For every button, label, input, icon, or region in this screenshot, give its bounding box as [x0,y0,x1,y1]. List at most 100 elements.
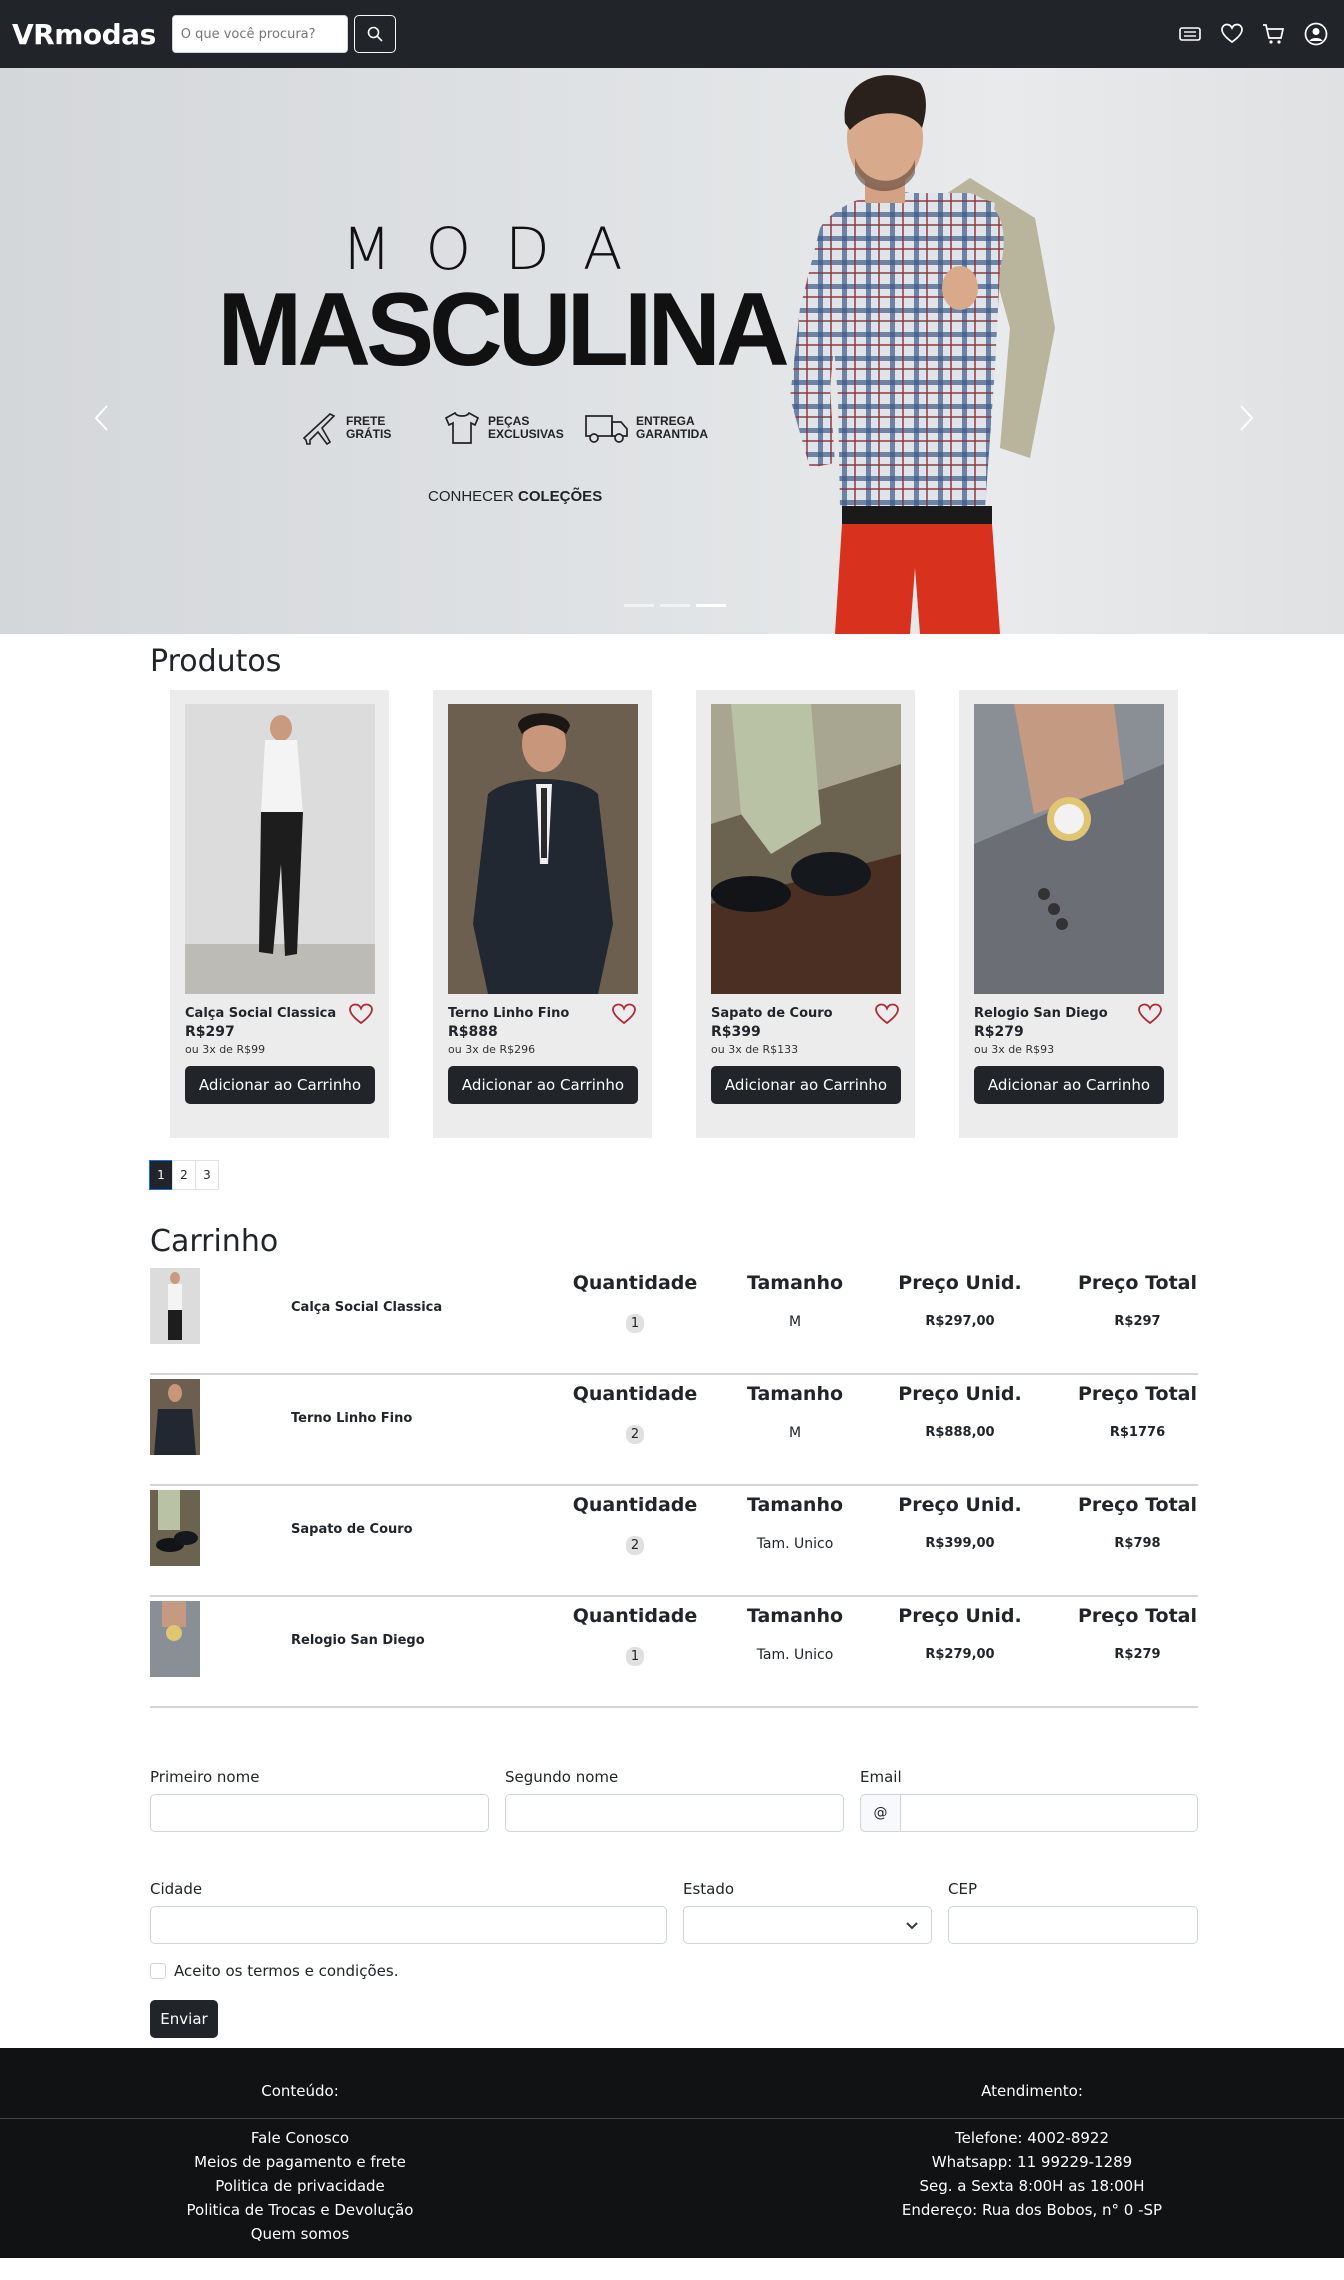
cart-item-name: Calça Social Classica [291,1300,443,1315]
navbar: VRmodas [0,0,1344,68]
state-label: Estado [683,1880,735,1898]
zip-input[interactable] [948,1906,1198,1944]
heart-icon[interactable] [1220,22,1244,46]
carousel-indicator[interactable] [660,604,690,607]
cart-thumb [150,1490,200,1566]
add-to-cart-button[interactable]: Adicionar ao Carrinho [711,1066,901,1104]
last-name-input[interactable] [505,1794,844,1832]
footer: Conteúdo: Atendimento: Fale Conosco Meio… [0,2048,1344,2258]
cart-row: Sapato de Couro Quantidade 2 Tamanho Tam. … [150,1490,1198,1597]
product-image[interactable] [711,704,901,994]
footer-contact-info: Telefone: 4002-8922 Whatsapp: 11 99229-1… [882,2126,1182,2222]
footer-hours: Seg. a Sexta 8:00H as 18:00H [919,2177,1145,2195]
add-to-cart-button[interactable]: Adicionar ao Carrinho [974,1066,1164,1104]
unit-col: Preço Unid. R$399,00 [898,1494,1022,1551]
total-col: Preço Total R$798 [1077,1494,1198,1551]
hero-model-image [790,75,1055,634]
terms-checkbox[interactable] [150,1963,166,1979]
page-3[interactable]: 3 [195,1160,219,1190]
product-image[interactable] [185,704,375,994]
product-name: Sapato de Couro [711,1006,833,1021]
feature-frete: FRETE GRÁTIS [300,408,428,448]
footer-content-title: Conteúdo: [261,2082,339,2100]
state-select[interactable] [683,1906,932,1944]
heart-icon[interactable] [874,1002,900,1026]
product-installments: ou 3x de R$133 [711,1043,799,1056]
product-price: R$399 [711,1024,761,1040]
unit-col: Preço Unid. R$888,00 [898,1383,1022,1440]
tshirt-icon [444,411,480,444]
submit-button[interactable]: Enviar [150,2000,218,2038]
cart-icon[interactable] [1262,22,1286,46]
chevron-down-icon [906,1922,918,1930]
page-1[interactable]: 1 [149,1160,173,1190]
search-button[interactable] [353,15,396,53]
cart-row: Relogio San Diego Quantidade 1 Tamanho Tam… [150,1601,1198,1708]
footer-link-contact[interactable]: Fale Conosco [150,2126,450,2150]
qty-badge: 2 [625,1425,645,1444]
footer-link-payment[interactable]: Meios de pagamento e frete [150,2150,450,2174]
add-to-cart-button[interactable]: Adicionar ao Carrinho [185,1066,375,1104]
qty-badge: 2 [625,1536,645,1555]
brand-logo[interactable]: VRmodas [12,18,156,51]
user-icon[interactable] [1304,22,1328,46]
cart-item-name: Sapato de Couro [291,1522,413,1537]
heart-icon[interactable] [1137,1002,1163,1026]
footer-links: Fale Conosco Meios de pagamento e frete … [150,2126,450,2246]
qty-badge: 1 [625,1314,645,1333]
page-2[interactable]: 2 [172,1160,196,1190]
hero-cta[interactable]: CONHECER COLEÇÕES [428,488,602,505]
product-price: R$888 [448,1024,498,1040]
carousel-indicator-active[interactable] [696,604,726,607]
footer-link-returns[interactable]: Politica de Trocas e Devolução [150,2198,450,2222]
size-col: Tamanho Tam. Unico [746,1605,844,1663]
city-input[interactable] [150,1906,667,1944]
first-name-label: Primeiro nome [150,1768,260,1786]
email-input[interactable] [900,1794,1198,1832]
hero-carousel[interactable]: MODA MASCULINA FRETE GRÁTIS PEÇAS EXCLUS… [0,68,1344,634]
carousel-prev-button[interactable] [86,398,116,438]
product-image[interactable] [974,704,1164,994]
feature-pecas: PEÇAS EXCLUSIVAS [442,410,570,446]
product-price: R$279 [974,1024,1024,1040]
chevron-left-icon [94,405,108,431]
qty-col: Quantidade 2 [572,1494,698,1555]
city-label: Cidade [150,1880,203,1898]
email-prefix: @ [860,1794,900,1832]
cart-item-name: Terno Linho Fino [291,1411,413,1426]
footer-link-about[interactable]: Quem somos [150,2222,450,2246]
hero-title-moda: MODA [341,215,657,283]
product-list: Calça Social Classica R$297 ou 3x de R$9… [170,690,1178,1138]
products-title: Produtos [150,644,282,679]
cart-thumb [150,1268,200,1344]
cart-row: Terno Linho Fino Quantidade 2 Tamanho M Pr… [150,1379,1198,1486]
product-name: Relogio San Diego [974,1006,1108,1021]
product-installments: ou 3x de R$93 [974,1043,1055,1056]
hero-title-masculina: MASCULINA [217,272,789,388]
total-col: Preço Total R$297 [1077,1272,1198,1329]
footer-whatsapp: Whatsapp: 11 99229-1289 [931,2153,1133,2171]
qty-badge: 1 [625,1647,645,1666]
qty-col: Quantidade 2 [572,1383,698,1444]
carousel-next-button[interactable] [1232,398,1262,438]
truck-icon [585,415,628,443]
size-col: Tamanho M [746,1383,844,1441]
hero-text: MODA MASCULINA [212,215,789,388]
heart-icon[interactable] [348,1002,374,1026]
footer-address: Endereço: Rua dos Bobos, n° 0 -SP [901,2201,1163,2219]
last-name-label: Segundo nome [505,1768,619,1786]
cart-item-name: Relogio San Diego [291,1633,425,1648]
cart-table: Calça Social Classica Quantidade 1 Tamanh… [150,1268,1198,1708]
search-input[interactable] [171,15,348,53]
add-to-cart-button[interactable]: Adicionar ao Carrinho [448,1066,638,1104]
size-col: Tamanho Tam. Unico [746,1494,844,1552]
carousel-indicator[interactable] [624,604,654,607]
first-name-input[interactable] [150,1794,489,1832]
footer-link-privacy[interactable]: Politica de privacidade [150,2174,450,2198]
feature-entrega: ENTREGA GARANTIDA [584,410,718,446]
heart-icon[interactable] [611,1002,637,1026]
product-image[interactable] [448,704,638,994]
ticket-icon[interactable] [1178,22,1202,46]
product-installments: ou 3x de R$99 [185,1043,266,1056]
product-card: Terno Linho Fino R$888 ou 3x de R$296 Ad… [433,690,652,1138]
